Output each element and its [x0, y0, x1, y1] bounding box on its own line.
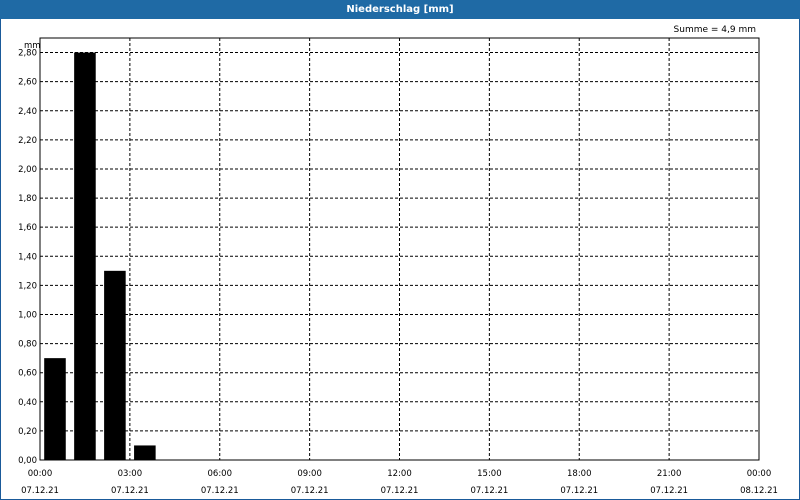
x-tick-date-label: 07.12.21: [650, 486, 688, 496]
x-tick-time-label: 06:00: [208, 469, 233, 479]
precipitation-bar: [74, 52, 96, 460]
y-tick-label: 1,80: [18, 194, 37, 204]
precipitation-bar: [134, 445, 156, 460]
y-tick-label: 0,20: [18, 427, 37, 437]
precipitation-chart: mm 0,000,200,400,600,801,001,201,401,601…: [18, 37, 778, 496]
x-tick-time-label: 15:00: [477, 469, 502, 479]
x-tick-time-label: 00:00: [28, 469, 53, 479]
x-tick-date-label: 08.12.21: [740, 486, 778, 496]
y-tick-label: 1,40: [18, 252, 37, 262]
y-tick-label: 0,60: [18, 369, 37, 379]
x-tick-date-label: 07.12.21: [470, 486, 508, 496]
y-tick-label: 0,40: [18, 398, 37, 408]
x-tick-time-label: 12:00: [387, 469, 412, 479]
x-tick-date-label: 07.12.21: [291, 486, 329, 496]
y-tick-label: 2,60: [18, 78, 37, 88]
x-tick-date-label: 07.12.21: [381, 486, 419, 496]
y-tick-label: 1,00: [18, 310, 37, 320]
x-tick-time-label: 00:00: [747, 469, 772, 479]
x-tick-date-label: 07.12.21: [111, 486, 149, 496]
x-tick-date-label: 07.12.21: [560, 486, 598, 496]
y-tick-label: 0,80: [18, 340, 37, 350]
x-tick-time-label: 18:00: [567, 469, 592, 479]
y-tick-label: 1,20: [18, 281, 37, 291]
y-tick-label: 2,20: [18, 136, 37, 146]
x-tick-time-label: 21:00: [657, 469, 682, 479]
precipitation-bar: [44, 358, 66, 460]
y-tick-label: 1,60: [18, 223, 37, 233]
precipitation-bar: [104, 270, 126, 460]
x-tick-date-label: 07.12.21: [21, 486, 59, 496]
y-tick-label: 0,00: [18, 456, 37, 466]
y-tick-label: 2,40: [18, 107, 37, 117]
x-tick-date-label: 07.12.21: [201, 486, 239, 496]
x-tick-time-label: 09:00: [297, 469, 322, 479]
y-tick-label: 2,80: [18, 49, 37, 59]
x-tick-time-label: 03:00: [118, 469, 143, 479]
y-tick-label: 2,00: [18, 165, 37, 175]
